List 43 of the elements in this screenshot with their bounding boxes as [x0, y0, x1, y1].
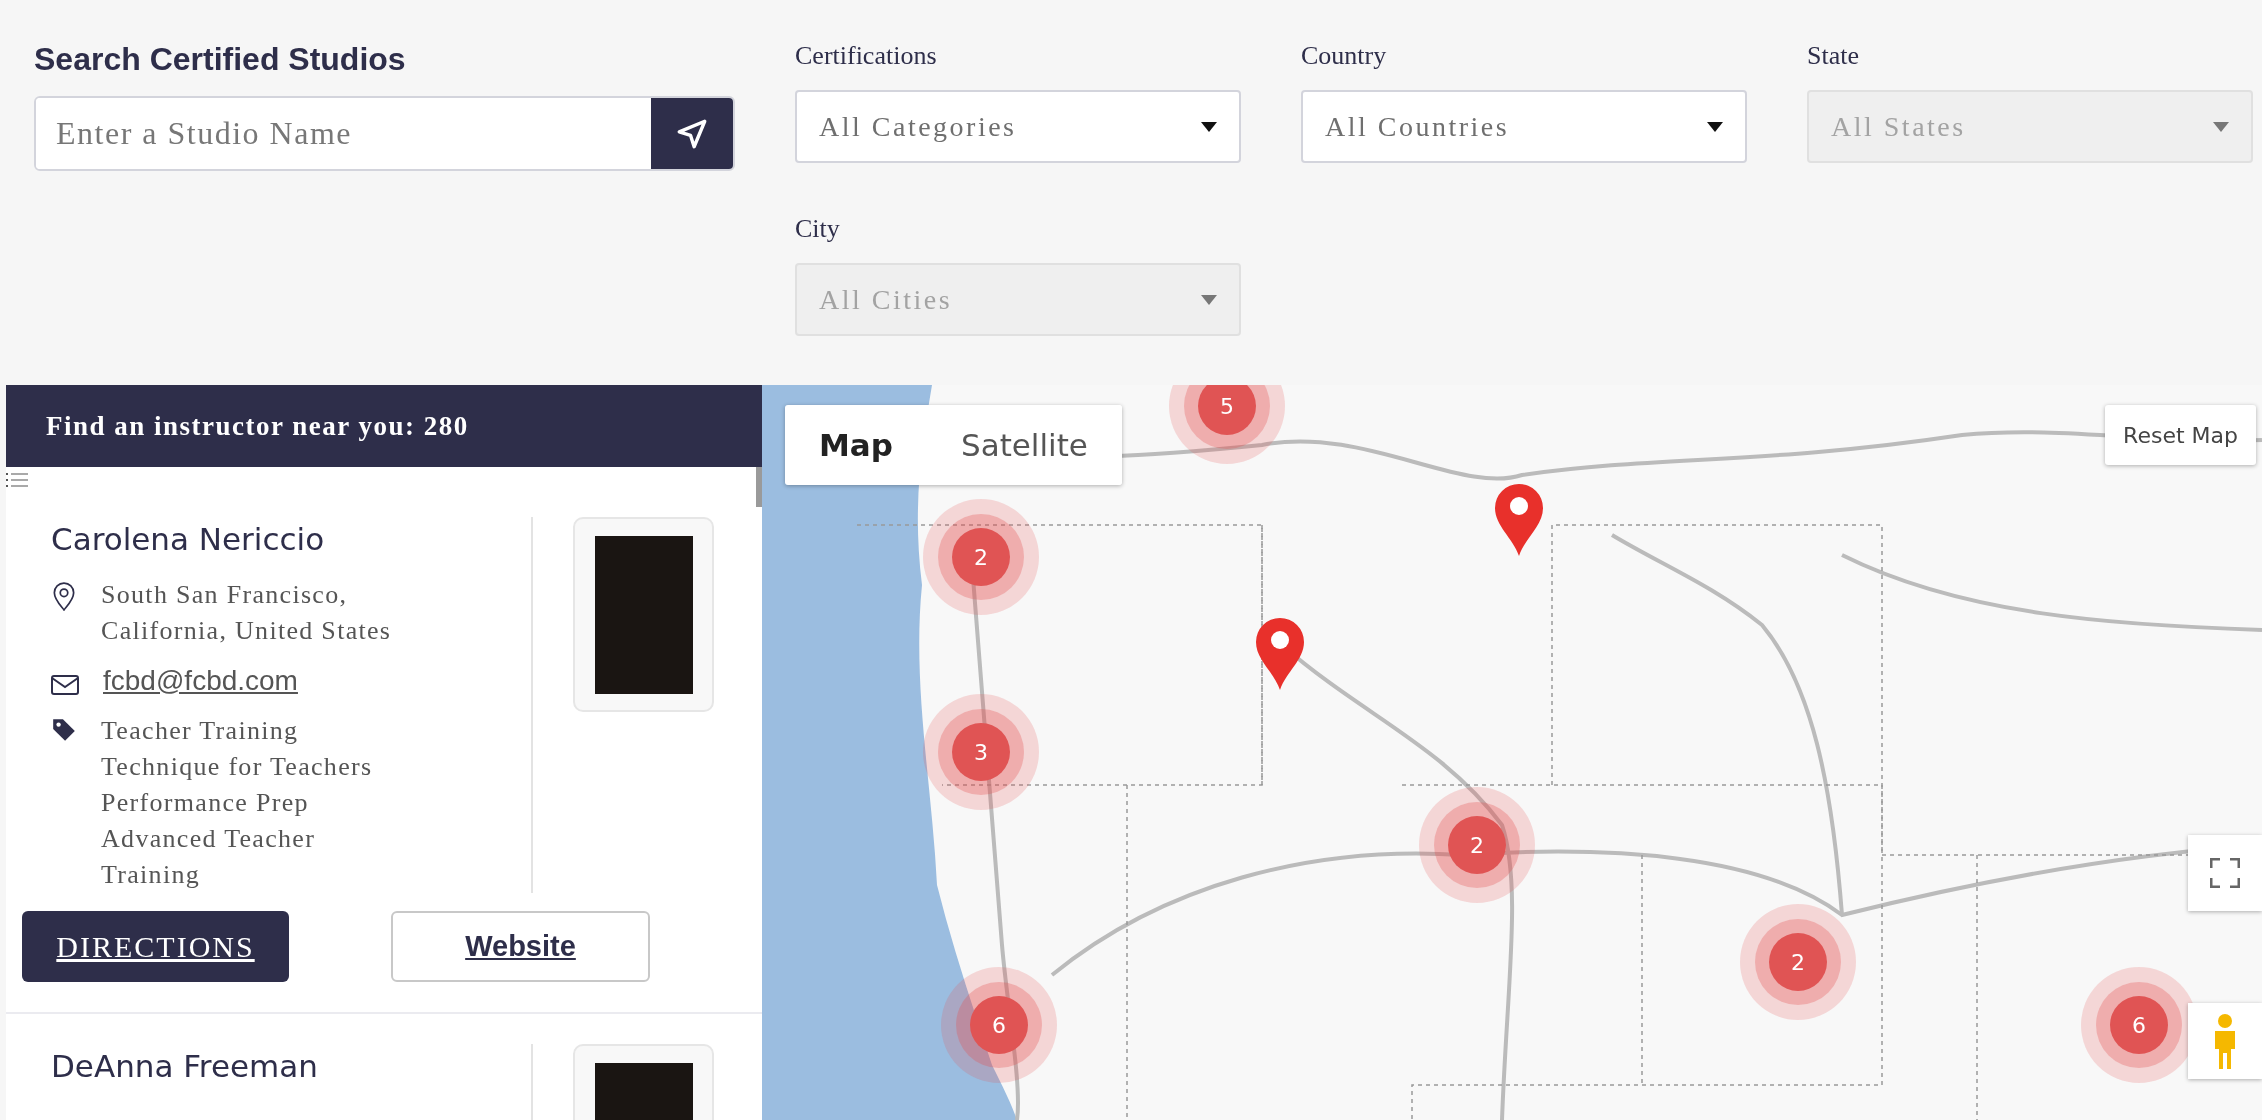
filter-select[interactable]: All Categories: [795, 90, 1241, 163]
map-pin-icon[interactable]: [1493, 482, 1545, 556]
marker-cluster[interactable]: 2: [1740, 904, 1856, 1020]
website-button[interactable]: Website: [391, 911, 650, 982]
instructor-name: DeAnna Freeman: [51, 1047, 319, 1086]
location-pin-icon: [51, 581, 77, 611]
map-pin-icon[interactable]: [1254, 616, 1306, 690]
map-type-tab[interactable]: Satellite: [926, 405, 1122, 485]
filter-label: Country: [1301, 40, 1388, 72]
certification-text: Teacher Training: [101, 715, 300, 747]
dropdown-caret-icon: [1201, 294, 1217, 305]
search-title: Search Certified Studios: [34, 40, 407, 78]
dropdown-caret-icon: [2213, 121, 2229, 132]
map-panel[interactable]: 5 2 3 2 6 2 6 Map Satellite Reset Map: [762, 385, 2262, 1120]
results-heading: Find an instructor near you: 280: [6, 385, 762, 467]
email-link[interactable]: fcbd@fcbd.com: [103, 665, 298, 697]
marker-cluster[interactable]: 2: [1419, 787, 1535, 903]
dropdown-caret-icon: [1707, 121, 1723, 132]
map-type-tab[interactable]: Map: [785, 405, 927, 485]
fullscreen-button[interactable]: [2188, 835, 2262, 911]
filter-label: Certifications: [795, 40, 938, 72]
filter-label: City: [795, 213, 841, 245]
dropdown-caret-icon: [1201, 121, 1217, 132]
certification-text: Technique for Teachers: [101, 751, 374, 783]
mail-icon: [51, 675, 79, 695]
directions-button[interactable]: DIRECTIONS: [22, 911, 289, 982]
filter-select[interactable]: All Countries: [1301, 90, 1747, 163]
marker-cluster[interactable]: 2: [923, 499, 1039, 615]
instructor-name: Carolena Nericcio: [51, 520, 326, 559]
fullscreen-icon: [2210, 858, 2240, 888]
reset-map-button[interactable]: Reset Map: [2105, 405, 2256, 465]
certification-text: Performance Prep: [101, 787, 310, 819]
tag-icon: [51, 717, 77, 743]
studio-search-field[interactable]: Enter a Studio Name: [34, 96, 735, 171]
certification-text: Advanced Teacher Training: [101, 823, 317, 891]
list-icon[interactable]: [6, 473, 28, 487]
marker-cluster[interactable]: 6: [941, 967, 1057, 1083]
marker-cluster[interactable]: 3: [923, 694, 1039, 810]
filter-label: State: [1807, 40, 1860, 72]
instructor-location: South San Francisco, California, United States: [101, 579, 393, 647]
marker-cluster[interactable]: 5: [1169, 385, 1285, 464]
scrollbar-thumb[interactable]: [756, 467, 762, 507]
locate-button[interactable]: [651, 98, 733, 169]
